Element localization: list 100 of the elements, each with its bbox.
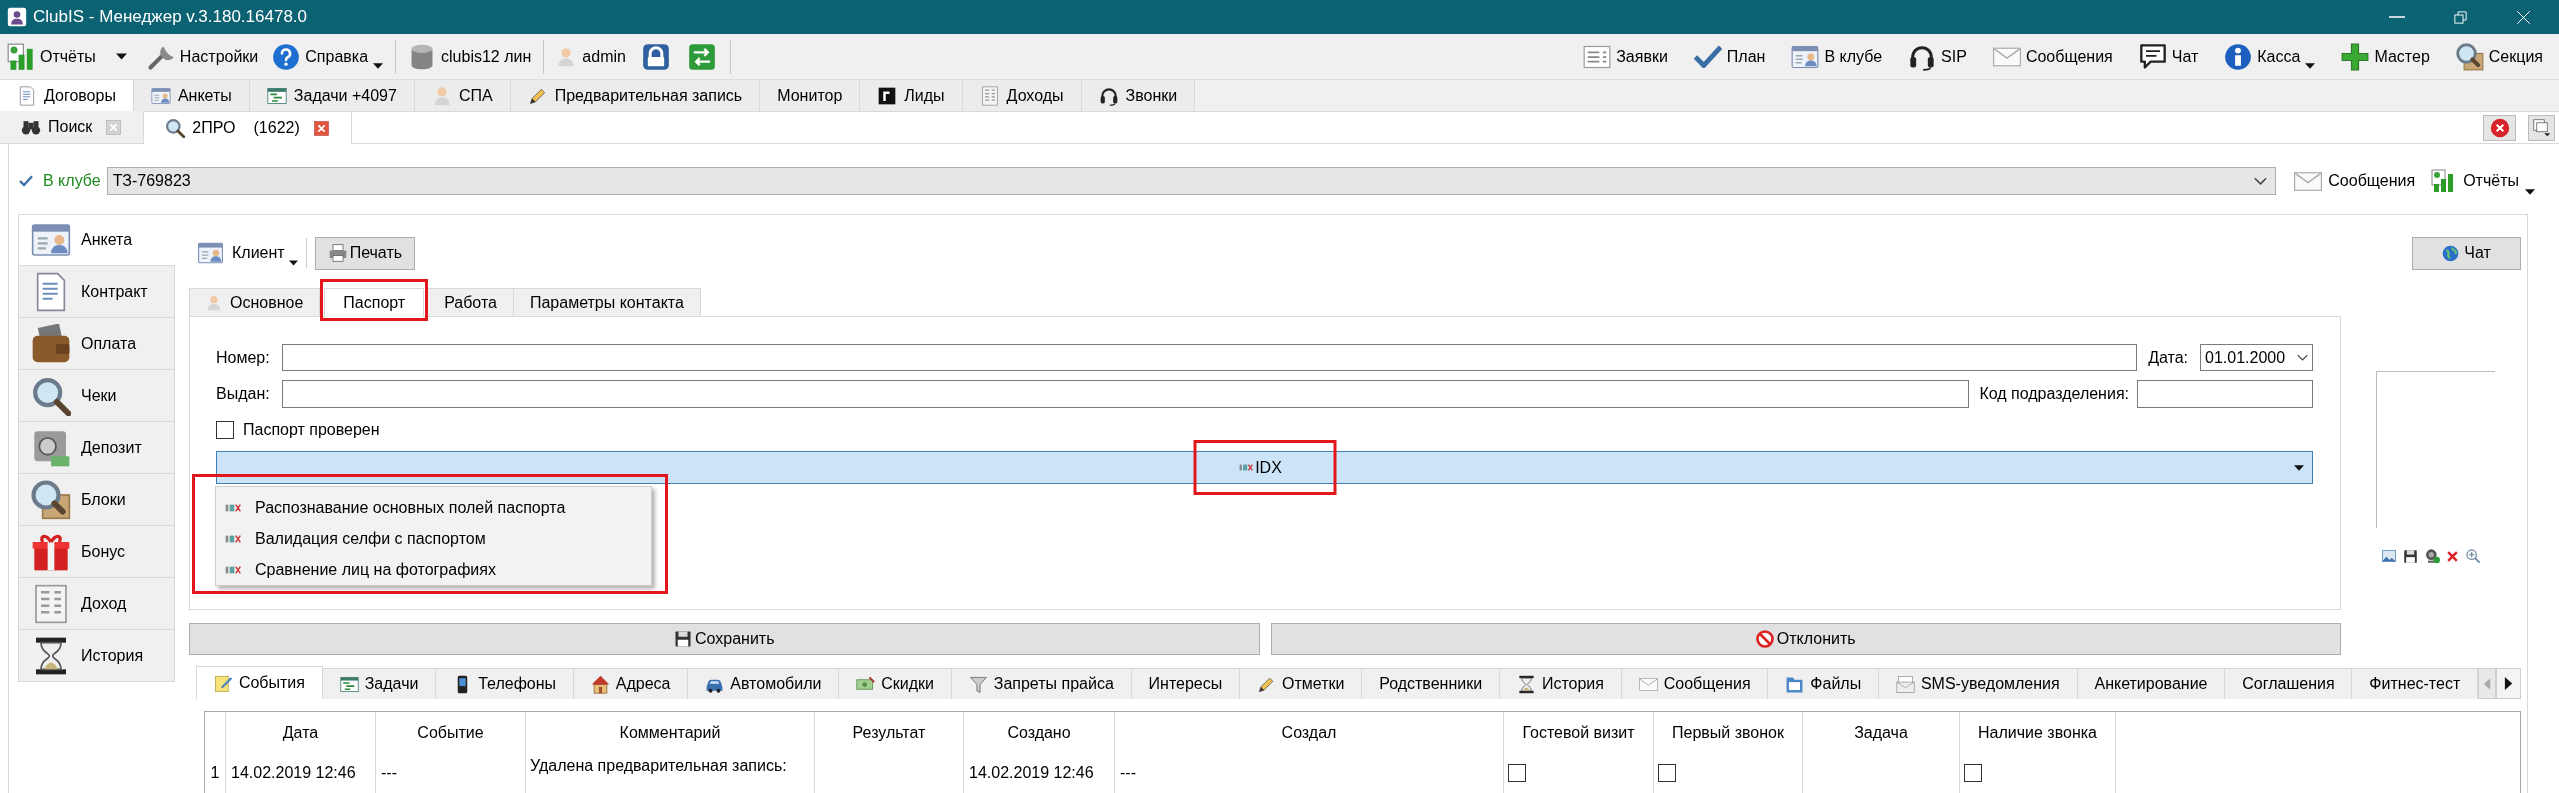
toolbar-button[interactable]: clubis12 лин [404,37,536,76]
sidebar-item[interactable]: Анкета [18,214,175,266]
toolbar-button[interactable]: Мастер [2337,37,2434,76]
close-all-button[interactable] [2483,114,2516,141]
history-tab[interactable]: Задачи [322,668,437,699]
row-number: 1 [205,753,226,793]
history-tab[interactable]: Анкетирование [2077,668,2226,699]
delete-icon[interactable] [2446,549,2459,563]
menu-item[interactable]: Распознавание основных полей паспорта [216,492,651,523]
checkbox[interactable] [1964,764,1982,782]
lock-icon[interactable] [641,42,670,71]
sidebar-item[interactable]: Депозит [18,422,175,474]
history-tab[interactable]: Отметки [1240,668,1363,699]
history-tab[interactable]: Сообщения [1621,668,1769,699]
save-button[interactable]: Сохранить [189,623,1260,655]
column-header: Дата [226,712,376,753]
module-tab[interactable]: Задачи +4097 [249,80,415,112]
history-tab[interactable]: Запреты прайса [951,668,1132,699]
chevron-down-icon [2297,354,2308,361]
toolbar-button[interactable]: План [1689,37,1770,76]
form-tab[interactable]: Работа [428,288,514,316]
magnifier-box-icon [2455,42,2484,71]
date-field[interactable]: 01.01.2000 [2200,344,2313,371]
checkbox[interactable] [1508,764,1526,782]
input-field[interactable] [282,380,1970,408]
document-tab[interactable]: 2ПРО (1622) [144,112,352,144]
window-title: ClubIS - Менеджер v.3.180.16478.0 [33,6,307,29]
column-header: Наличие звонка [1960,712,2116,753]
no-entry-icon [1755,630,1774,648]
history-tab[interactable]: История [1500,668,1622,699]
floppy-icon[interactable] [2403,548,2418,564]
form-tab[interactable]: Паспорт [324,288,425,317]
sidebar-item[interactable]: Блоки [18,474,175,526]
history-tab[interactable]: Родственники [1362,668,1500,699]
toolbar-button[interactable]: Отчёты [2429,166,2535,196]
toolbar-button[interactable]: В клубе [1787,37,1887,76]
chat-button[interactable]: Чат [2412,236,2521,270]
toolbar-button[interactable]: Секция [2451,37,2547,76]
scroll-right-button[interactable] [2496,668,2521,699]
swap-arrows-icon[interactable] [687,42,716,71]
print-button[interactable]: Печать [314,236,416,270]
module-tab[interactable]: Анкеты [133,80,250,112]
toolbar-button[interactable]: Сообщения [2294,166,2416,196]
toolbar-button[interactable]: Заявки [1579,37,1672,76]
form-tab[interactable]: Основное [189,288,321,316]
floppy-icon [674,630,692,648]
toolbar-button[interactable]: Отчёты [3,37,100,76]
toolbar-button[interactable]: Чат [2134,37,2203,76]
close-icon[interactable] [313,120,329,136]
history-tab[interactable]: Соглашения [2225,668,2353,699]
history-tab[interactable]: События [196,666,323,699]
restore-icon[interactable] [2453,9,2468,25]
history-tab[interactable]: Интересы [1131,668,1241,699]
toolbar-button[interactable]: SIP [1904,37,1971,76]
module-tab[interactable]: Доходы [962,80,1082,112]
history-tab[interactable]: Файлы [1768,668,1880,699]
checkbox[interactable] [216,421,234,439]
toolbar-button[interactable]: Касса [2220,37,2320,76]
history-tab[interactable]: Автомобили [688,668,840,699]
column-header: Событие [376,712,526,753]
headset-icon [1098,85,1119,106]
history-tab[interactable]: SMS-уведомления [1879,668,2078,699]
sidebar-item[interactable]: Чеки [18,370,175,422]
sidebar-item[interactable]: Доход [18,578,175,630]
input-field[interactable] [2137,380,2313,408]
caret-icon[interactable] [115,53,127,60]
history-tab[interactable]: Адреса [573,668,689,699]
history-tab[interactable]: Телефоны [436,668,574,699]
toolbar-button[interactable]: Справка [268,37,388,76]
sidebar-item[interactable]: Оплата [18,318,175,370]
history-tab[interactable]: Скидки [839,668,952,699]
toolbar-button[interactable]: Сообщения [1988,37,2117,76]
form-tab[interactable]: Параметры контакта [513,288,701,316]
menu-item[interactable]: Валидация селфи с паспортом [216,523,651,554]
checkbox[interactable] [1658,764,1676,782]
sidebar-item[interactable]: Контракт [18,266,175,318]
history-tab[interactable]: Фитнес-тест [2352,668,2479,699]
app-icon [7,7,27,27]
logo-icon [225,565,241,574]
zoom-in-icon[interactable] [2465,548,2481,564]
module-tab[interactable]: СПА [414,80,511,112]
sidebar-item[interactable]: Бонус [18,526,175,578]
window-list-button[interactable] [2528,114,2555,141]
module-tab[interactable]: Монитор [760,80,861,112]
module-tab[interactable]: Звонки [1081,80,1196,112]
image-icon[interactable] [2381,548,2397,564]
service-dropdown[interactable]: IDX [216,451,2313,484]
decline-button[interactable]: Отклонить [1270,623,2341,655]
sidebar-item[interactable]: История [18,630,175,682]
module-tab[interactable]: Предварительная запись [510,80,761,112]
menu-item[interactable]: Сравнение лиц на фотографиях [216,554,651,585]
client-menu-button[interactable]: Клиент [193,237,298,269]
document-tab[interactable]: Поиск [0,111,145,143]
bar-chart-icon [7,42,35,71]
card-combobox[interactable]: ТЗ-769823 [106,167,2277,195]
module-tab[interactable]: Договоры [0,80,134,112]
input-field[interactable] [282,344,2138,371]
toolbar-button[interactable]: Настройки [142,37,263,76]
webcam-icon[interactable] [2424,548,2440,564]
module-tab[interactable]: Лиды [860,80,963,112]
